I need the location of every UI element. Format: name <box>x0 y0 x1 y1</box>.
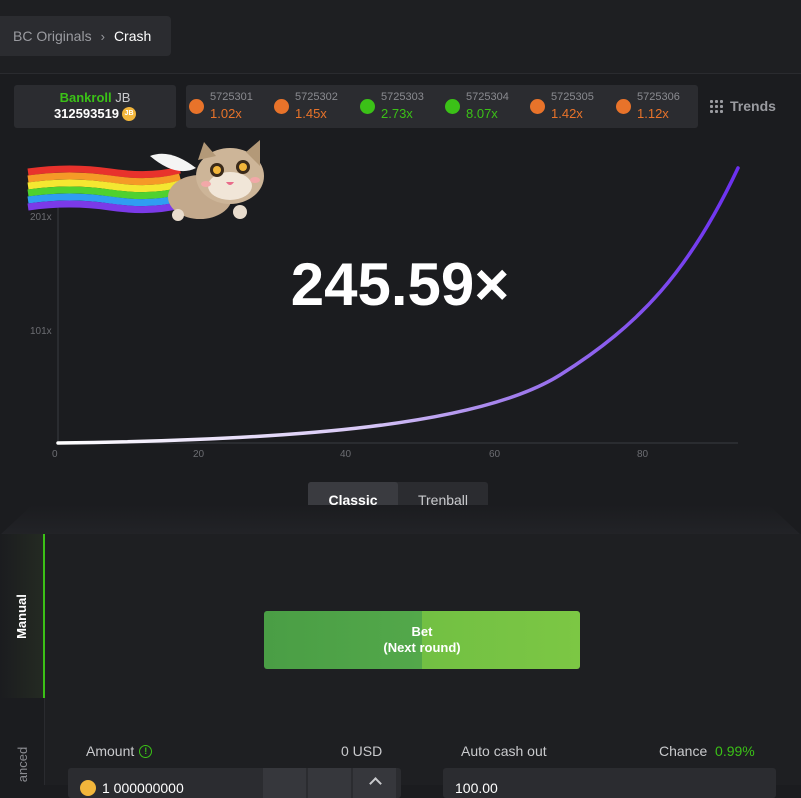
x-tick-80: 80 <box>637 449 649 460</box>
history-round-id: 5725304 <box>466 91 509 103</box>
amount-label: Amount <box>86 743 135 759</box>
chance-label-group: Chance 0.99% <box>659 743 755 759</box>
result-dot-icon <box>189 99 204 114</box>
bet-button-label: Bet <box>411 624 433 639</box>
bet-mode-sidebar: Manual anced <box>0 534 45 785</box>
chance-label: Chance <box>659 743 708 759</box>
half-button[interactable] <box>262 768 306 798</box>
current-multiplier: 245.59× <box>290 251 510 318</box>
history-round-id: 5725306 <box>637 91 680 103</box>
result-dot-icon <box>274 99 289 114</box>
bet-button[interactable]: Bet (Next round) <box>264 611 580 669</box>
coin-icon <box>80 780 96 796</box>
breadcrumb: BC Originals › Crash <box>0 16 171 56</box>
history-round-id: 5725305 <box>551 91 594 103</box>
tab-advanced-label: anced <box>14 746 30 782</box>
history-multiplier: 1.02x <box>210 106 242 121</box>
rainbow-trail <box>27 165 181 214</box>
result-dot-icon <box>445 99 460 114</box>
result-dot-icon <box>360 99 375 114</box>
tab-manual-label: Manual <box>14 593 30 639</box>
x-tick-20: 20 <box>193 449 205 460</box>
x-tick-0: 0 <box>52 449 58 460</box>
breadcrumb-parent[interactable]: BC Originals <box>13 28 92 44</box>
auto-cash-out-value: 100.00 <box>455 780 498 796</box>
history-round-id: 5725301 <box>210 91 253 103</box>
history-round-id: 5725303 <box>381 91 424 103</box>
double-button[interactable] <box>307 768 351 798</box>
bankroll-label: Bankroll <box>59 90 112 105</box>
bankroll-panel: Bankroll JB 312593519 JB <box>14 85 176 128</box>
result-dot-icon <box>530 99 545 114</box>
trends-button[interactable]: Trends <box>710 98 776 114</box>
tab-advanced[interactable]: anced <box>0 734 45 794</box>
x-tick-60: 60 <box>489 449 501 460</box>
top-bar: BC Originals › Crash <box>0 0 801 74</box>
breadcrumb-current: Crash <box>113 28 152 44</box>
amount-usd: 0 USD <box>341 743 383 759</box>
history-multiplier: 1.45x <box>295 106 327 121</box>
auto-cash-out-input[interactable]: 100.00 <box>443 768 776 798</box>
amount-label-group: Amount ! <box>86 743 153 759</box>
history-multiplier: 1.42x <box>551 106 583 121</box>
amount-value: 1 000000000 <box>102 780 184 796</box>
y-tick-101: 101x <box>30 326 52 337</box>
history-multiplier: 8.07x <box>466 106 498 121</box>
y-tick-201: 201x <box>30 212 52 223</box>
grid-icon <box>710 99 723 113</box>
chevron-up-icon[interactable] <box>352 768 396 798</box>
tab-manual[interactable]: Manual <box>0 534 45 698</box>
round-history: 5725301 1.02x 5725302 1.45x 5725303 2.73x 5725… <box>186 85 698 128</box>
auto-cash-out-label: Auto cash out <box>461 743 547 759</box>
history-multiplier: 2.73x <box>381 106 413 121</box>
coin-icon: JB <box>122 106 137 121</box>
history-round-id: 5725302 <box>295 91 338 103</box>
amount-input[interactable]: 1 000000000 <box>68 768 401 798</box>
chance-value: 0.99% <box>715 743 755 759</box>
chevron-right-icon: › <box>100 28 105 44</box>
bet-button-sublabel: (Next round) <box>383 640 461 655</box>
bankroll-currency: JB <box>115 90 131 105</box>
result-dot-icon <box>616 99 631 114</box>
bankroll-value: 312593519 <box>53 106 120 121</box>
x-tick-40: 40 <box>340 449 352 460</box>
history-multiplier: 1.12x <box>637 106 669 121</box>
trends-label: Trends <box>730 98 776 114</box>
info-icon[interactable]: ! <box>139 744 153 758</box>
panel-divider <box>0 505 801 535</box>
